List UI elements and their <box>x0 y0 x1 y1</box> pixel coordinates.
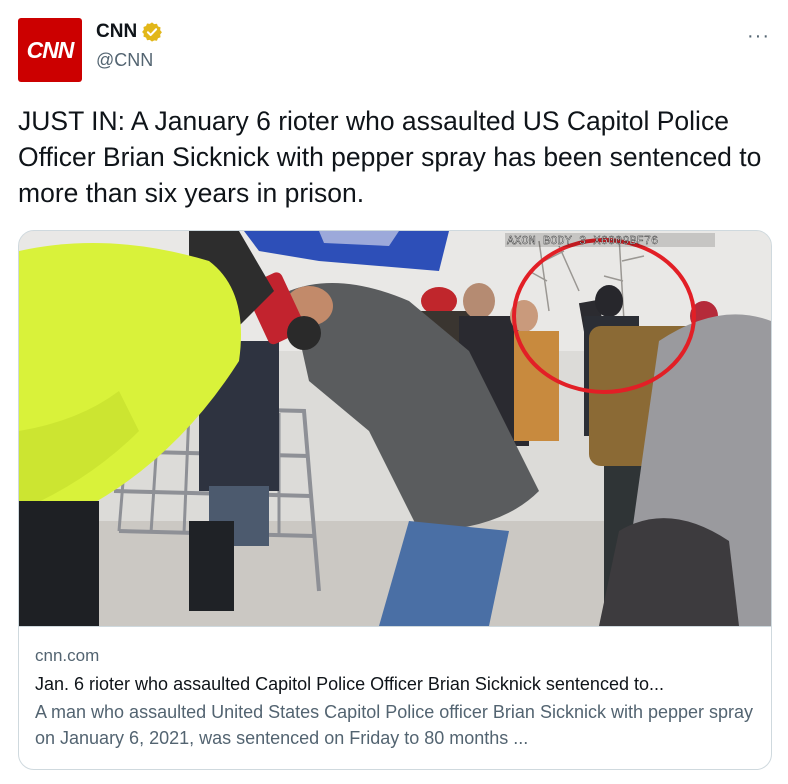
bodycam-overlay-text: AXON BODY 3 X6009BF76 <box>507 234 658 248</box>
avatar[interactable]: CNN <box>18 18 82 82</box>
card-domain: cnn.com <box>35 646 100 665</box>
more-options-icon[interactable]: ··· <box>747 26 770 46</box>
author-info: CNN @CNN <box>96 20 163 71</box>
cnn-logo: CNN <box>26 36 75 63</box>
bodycam-photo: AXON BODY 3 X6009BF76 <box>19 231 771 626</box>
author-handle[interactable]: @CNN <box>96 50 163 71</box>
tweet-header: CNN CNN @CNN ··· <box>18 18 770 82</box>
card-image[interactable]: AXON BODY 3 X6009BF76 <box>19 231 771 626</box>
tweet-text: JUST IN: A January 6 rioter who assaulte… <box>18 106 762 208</box>
verified-badge-icon <box>141 21 163 43</box>
card-info[interactable]: cnn.com Jan. 6 rioter who assaulted Capi… <box>19 626 771 769</box>
author-display-name[interactable]: CNN <box>96 21 137 43</box>
card-description: A man who assaulted United States Capito… <box>35 702 754 748</box>
link-card[interactable]: AXON BODY 3 X6009BF76 cnn.com Jan. 6 rio… <box>18 230 772 770</box>
card-title: Jan. 6 rioter who assaulted Capitol Poli… <box>35 674 664 694</box>
